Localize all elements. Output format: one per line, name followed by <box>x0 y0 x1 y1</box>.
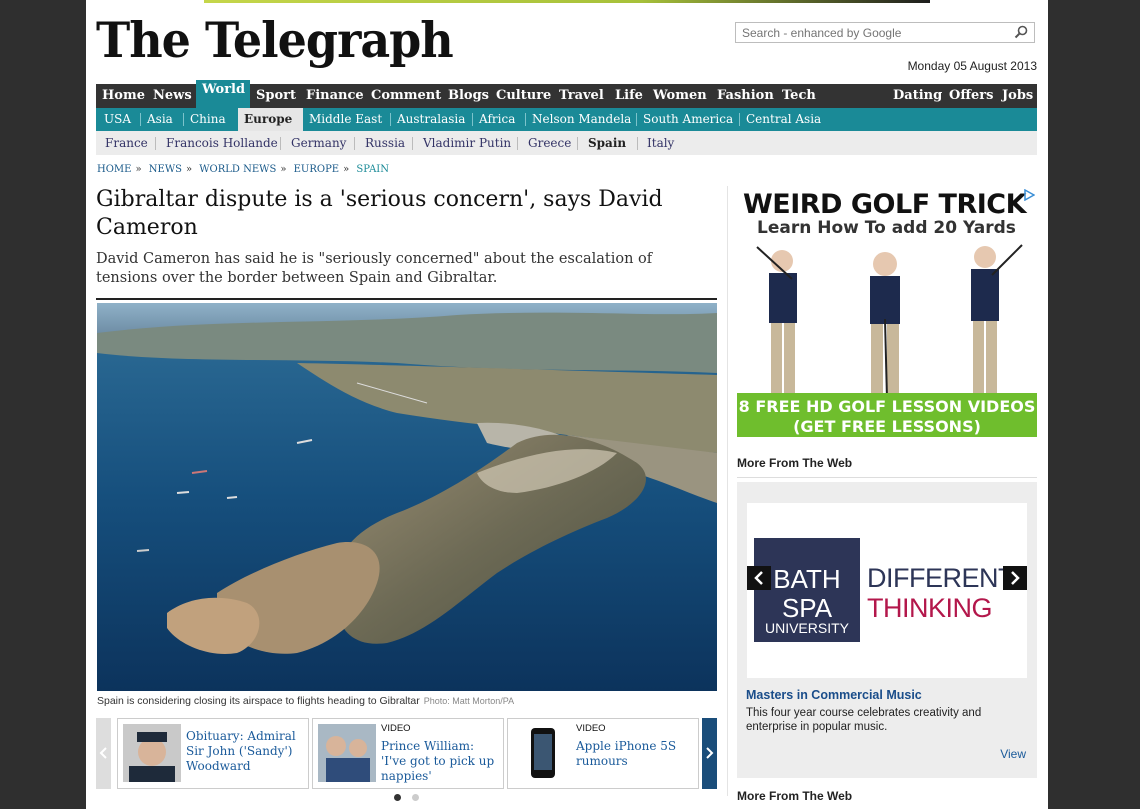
nav3-item-germany[interactable]: Germany <box>291 136 346 150</box>
promo-tagline-2: THINKING <box>867 593 993 623</box>
nav3-item-francois-hollande[interactable]: Francois Hollande <box>166 136 278 150</box>
top-ad-strip <box>204 0 930 3</box>
nav-item-world-active[interactable]: World <box>196 80 250 108</box>
search-box[interactable] <box>735 22 1035 43</box>
nav2-item-central-asia[interactable]: Central Asia <box>746 112 821 126</box>
related-card[interactable]: VIDEO Prince William: 'I've got to pick … <box>312 718 504 789</box>
sidebar-divider <box>727 186 728 796</box>
promo-title[interactable]: Masters in Commercial Music <box>746 688 922 702</box>
nav-item-offers[interactable]: Offers <box>949 88 993 103</box>
related-card[interactable]: Obituary: Admiral Sir John ('Sandy') Woo… <box>117 718 309 789</box>
image-caption: Spain is considering closing its airspac… <box>97 695 515 707</box>
nav-item-life[interactable]: Life <box>615 88 643 103</box>
search-input[interactable] <box>740 25 1004 41</box>
nav3-item-spain-active[interactable]: Spain <box>588 136 626 150</box>
page: The Telegraph Monday 05 August 2013 Worl… <box>86 0 1048 809</box>
article-headline: Gibraltar dispute is a 'serious concern'… <box>96 187 663 240</box>
promo-image[interactable]: BATH SPA UNIVERSITY DIFFERENT THINKING <box>747 503 1027 678</box>
tertiary-nav: France Francois Hollande Germany Russia … <box>96 131 1037 155</box>
promo-view-link[interactable]: View <box>1000 747 1026 761</box>
nav2-item-middle-east[interactable]: Middle East <box>309 112 382 126</box>
search-icon[interactable] <box>1014 25 1028 39</box>
video-kicker: VIDEO <box>381 723 411 734</box>
nav2-item-south-america[interactable]: South America <box>643 112 733 126</box>
nav-item-travel[interactable]: Travel <box>559 88 604 103</box>
nav2-item-usa[interactable]: USA <box>104 112 131 126</box>
chevron-left-icon <box>99 747 107 759</box>
breadcrumb-world-news[interactable]: WORLD NEWS <box>199 164 276 175</box>
nav-item-fashion[interactable]: Fashion <box>717 88 774 103</box>
article-main-image <box>97 303 717 691</box>
article-standfirst: David Cameron has said he is "seriously … <box>96 251 653 286</box>
nav-item-dating[interactable]: Dating <box>893 88 942 103</box>
ad-cta-banner[interactable]: 8 FREE HD GOLF LESSON VIDEOS (GET FREE L… <box>737 393 1037 437</box>
site-logo[interactable]: The Telegraph <box>96 12 454 69</box>
more-from-web-heading-2: More From The Web <box>737 789 853 803</box>
golf-advert[interactable]: WEIRD GOLF TRICK Learn How To add 20 Yar… <box>737 187 1037 437</box>
nav-item-culture[interactable]: Culture <box>496 88 551 103</box>
nav-item-finance[interactable]: Finance <box>306 88 364 103</box>
divider <box>737 477 1037 478</box>
nav-item-news[interactable]: News <box>153 88 192 103</box>
related-card-title[interactable]: Prince William: 'I've got to pick up nap… <box>381 739 499 784</box>
breadcrumb-home[interactable]: HOME <box>97 164 131 175</box>
promo-tagline-1: DIFFERENT <box>867 563 1015 593</box>
nav2-item-europe-active[interactable]: Europe <box>238 108 303 131</box>
thumbnail <box>513 724 571 782</box>
breadcrumb: HOME» NEWS» WORLD NEWS» EUROPE» SPAIN <box>97 164 390 175</box>
chevron-right-icon <box>706 747 714 759</box>
chevron-right-icon <box>1011 571 1020 585</box>
nav3-item-russia[interactable]: Russia <box>365 136 405 150</box>
nav-item-sport[interactable]: Sport <box>256 88 296 103</box>
breadcrumb-europe[interactable]: EUROPE <box>294 164 339 175</box>
nav3-item-france[interactable]: France <box>105 136 148 150</box>
pagination-dot-active[interactable] <box>394 794 401 801</box>
nav2-item-china[interactable]: China <box>190 112 226 126</box>
related-card-title[interactable]: Apple iPhone 5S rumours <box>576 739 694 769</box>
nav-item-comment[interactable]: Comment <box>371 88 441 103</box>
secondary-nav: Europe USA Asia China Middle East Austra… <box>96 108 1037 131</box>
nav-item-blogs[interactable]: Blogs <box>448 88 489 103</box>
sponsored-promo[interactable]: BATH SPA UNIVERSITY DIFFERENT THINKING M… <box>737 482 1037 778</box>
ad-headline: WEIRD GOLF TRICK <box>743 189 1027 220</box>
ad-cta-line2: (GET FREE LESSONS) <box>793 417 981 436</box>
related-carousel: Obituary: Admiral Sir John ('Sandy') Woo… <box>96 718 717 789</box>
nav-item-women[interactable]: Women <box>653 88 707 103</box>
thumbnail <box>123 724 181 782</box>
nav2-item-australasia[interactable]: Australasia <box>397 112 465 126</box>
nav2-item-africa[interactable]: Africa <box>479 112 515 126</box>
pagination-dot[interactable] <box>412 794 419 801</box>
related-card-title[interactable]: Obituary: Admiral Sir John ('Sandy') Woo… <box>186 729 304 774</box>
nav-item-home[interactable]: Home <box>102 88 145 103</box>
promo-next-button[interactable] <box>1003 566 1027 590</box>
nav3-item-italy[interactable]: Italy <box>647 136 674 150</box>
nav3-item-vladimir-putin[interactable]: Vladimir Putin <box>423 136 511 150</box>
nav3-item-greece[interactable]: Greece <box>528 136 571 150</box>
ad-cta-line1: 8 FREE HD GOLF LESSON VIDEOS <box>738 397 1036 416</box>
nav2-item-nelson-mandela[interactable]: Nelson Mandela <box>532 112 631 126</box>
carousel-prev-button[interactable] <box>96 718 111 789</box>
thumbnail <box>318 724 376 782</box>
breadcrumb-spain[interactable]: SPAIN <box>356 164 389 175</box>
chevron-left-icon <box>754 571 763 585</box>
nav-item-jobs[interactable]: Jobs <box>1002 88 1033 103</box>
photo-credit: Photo: Matt Morton/PA <box>423 696 515 706</box>
headline-rule <box>96 298 717 300</box>
nav-item-tech[interactable]: Tech <box>782 88 816 103</box>
breadcrumb-news[interactable]: NEWS <box>149 164 182 175</box>
more-from-web-heading: More From The Web <box>737 456 853 470</box>
nav2-item-asia[interactable]: Asia <box>147 112 173 126</box>
promo-prev-button[interactable] <box>747 566 771 590</box>
golfers-illustration <box>756 244 1023 400</box>
ad-subhead: Learn How To add 20 Yards <box>757 218 1016 238</box>
adchoices-icon[interactable] <box>1023 189 1035 201</box>
carousel-next-button[interactable] <box>702 718 717 789</box>
promo-description: This four year course celebrates creativ… <box>746 707 982 733</box>
related-card[interactable]: VIDEO Apple iPhone 5S rumours <box>507 718 699 789</box>
video-kicker: VIDEO <box>576 723 606 734</box>
primary-nav: World Home News Sport Finance Comment Bl… <box>96 80 1037 108</box>
current-date: Monday 05 August 2013 <box>907 59 1037 73</box>
